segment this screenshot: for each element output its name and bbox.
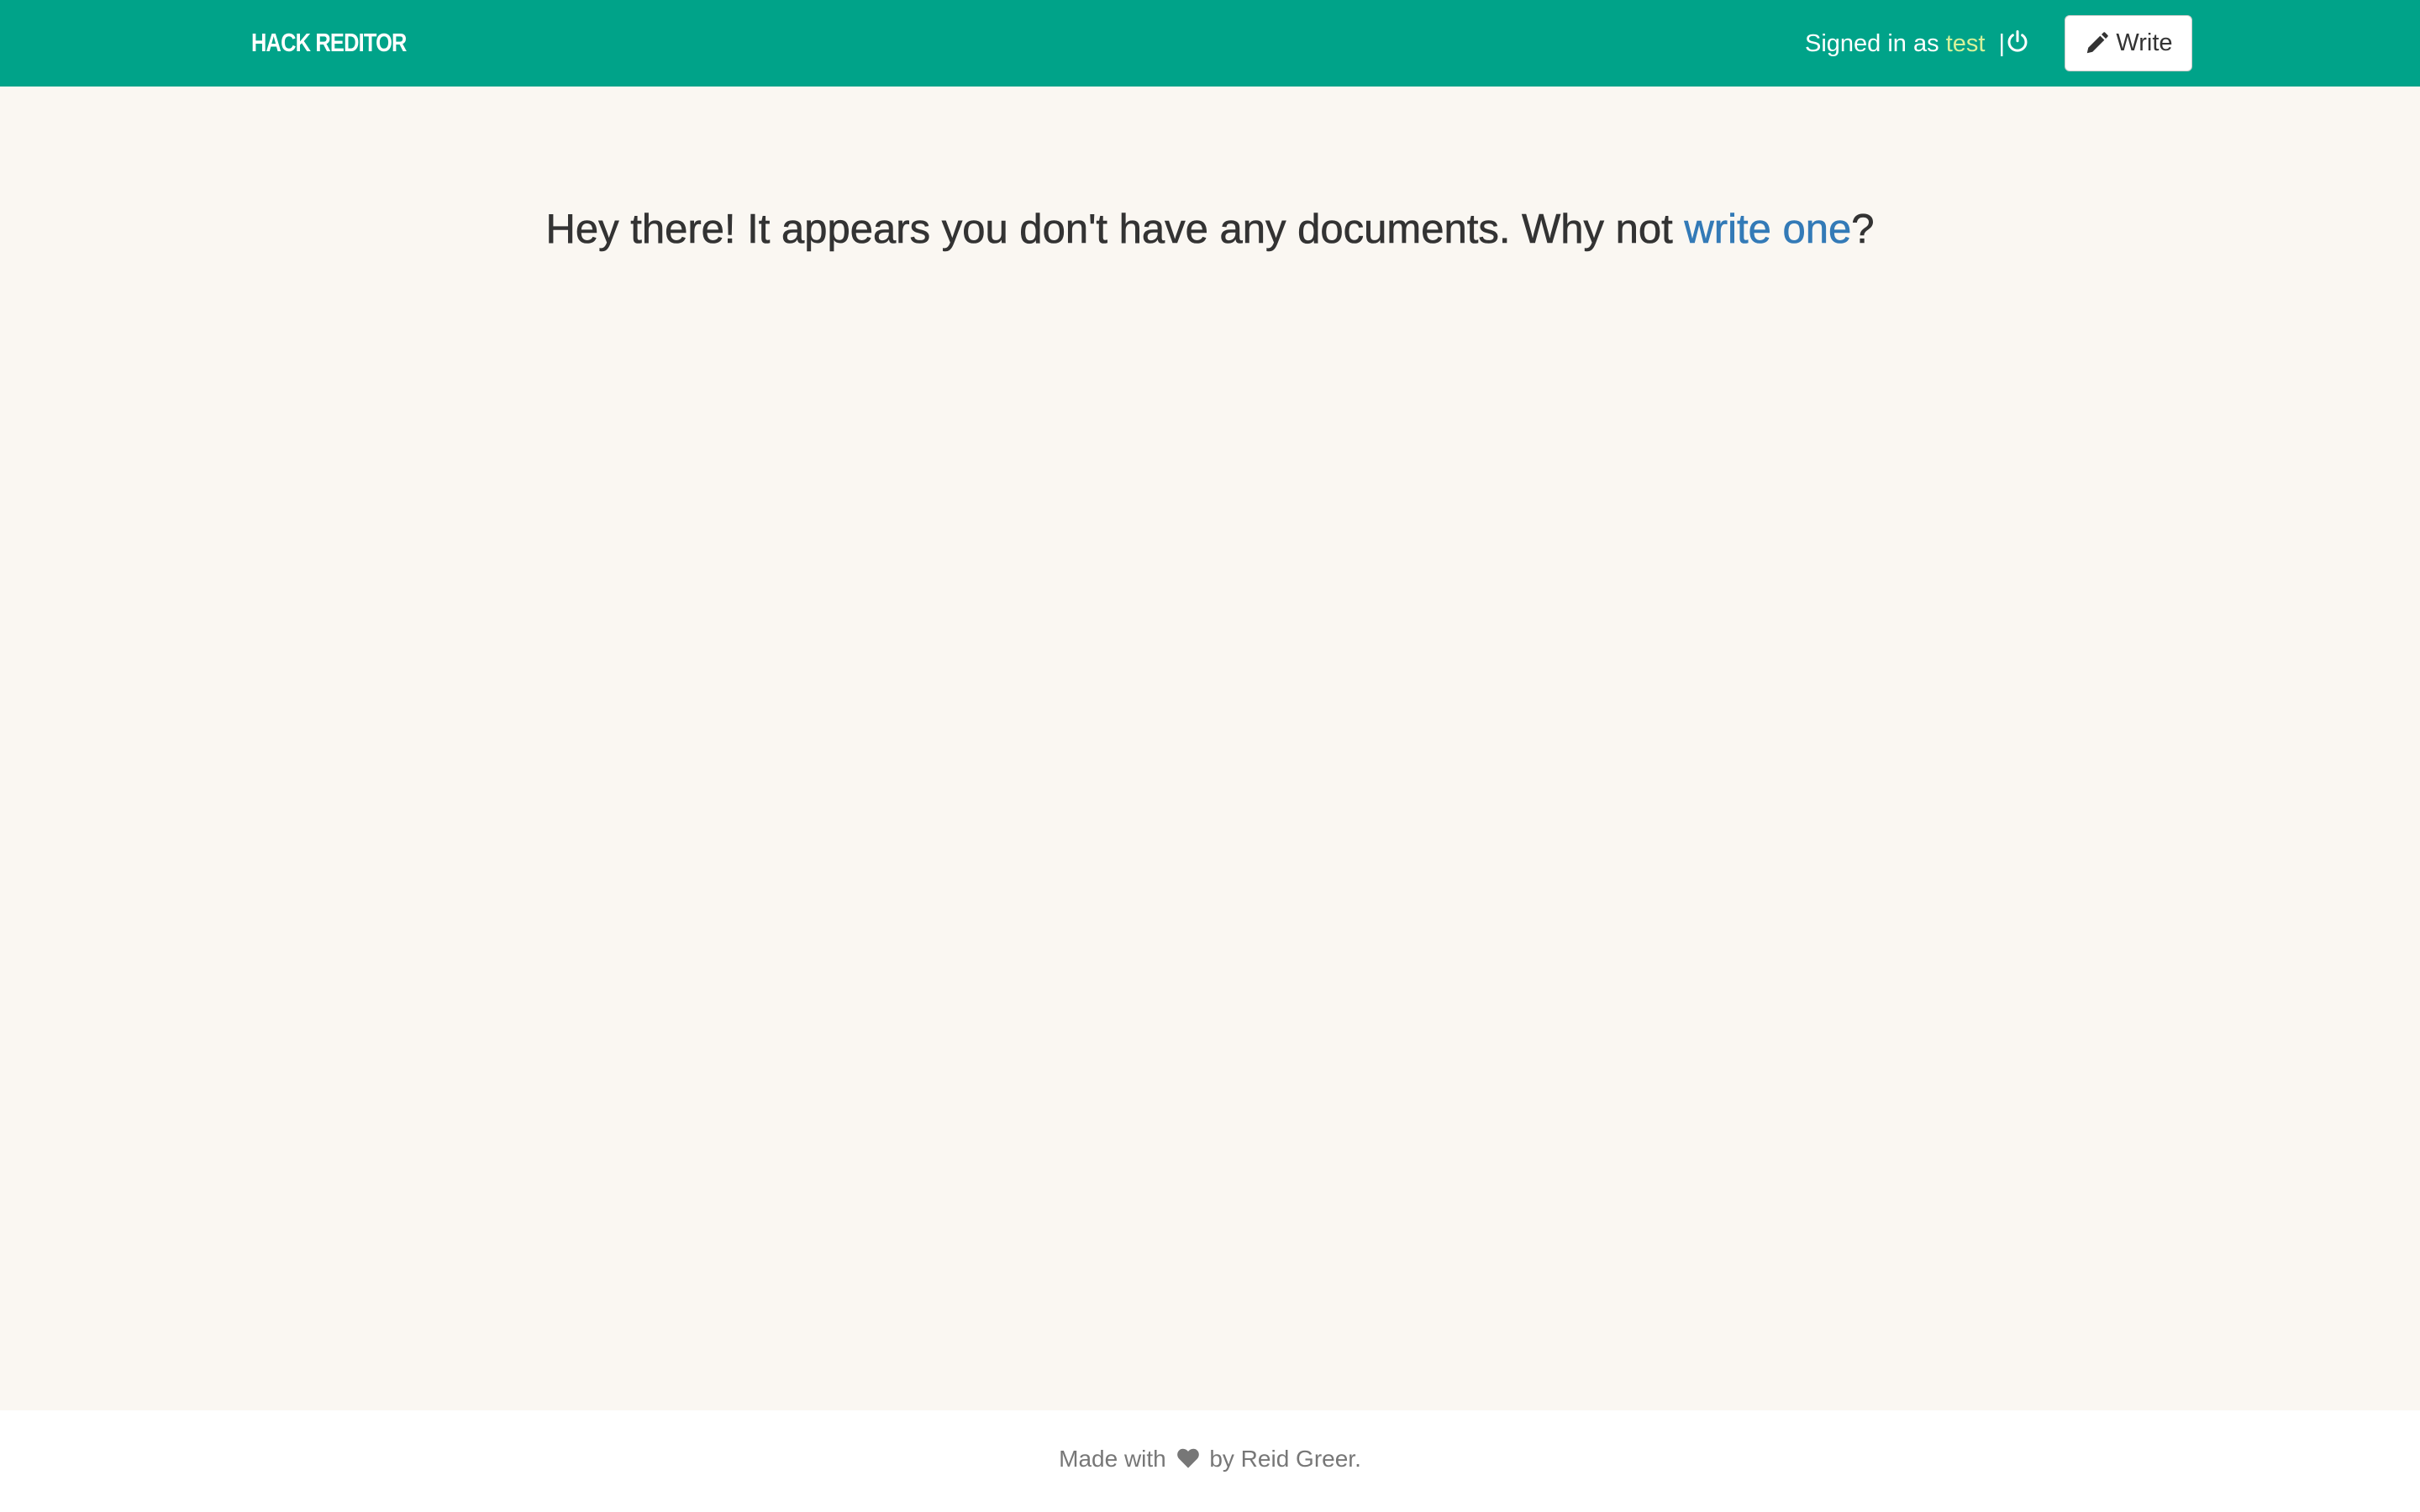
write-one-link[interactable]: write one [1684,207,1851,253]
empty-message-end: ? [1851,207,1875,253]
empty-documents-message: Hey there! It appears you don't have any… [0,200,2420,259]
separator: | [1998,30,2006,57]
signed-in-status: Signed in as test | [1805,27,2005,60]
top-navbar: HACK REDITOR Signed in as test | Write [0,0,2420,87]
empty-message-text: Hey there! It appears you don't have any… [545,207,1685,253]
brand-logo[interactable]: HACK REDITOR [251,25,407,60]
pencil-icon [2087,31,2109,53]
footer-author: by Reid Greer. [1209,1446,1361,1472]
heart-icon [1176,1448,1199,1468]
page-footer: Made with by Reid Greer. [0,1410,2420,1512]
power-icon[interactable] [2005,29,2030,55]
footer-made-with: Made with [1059,1446,1166,1472]
footer-credit: Made with by Reid Greer. [0,1442,2420,1476]
username-link[interactable]: test [1946,30,1986,57]
write-button-label: Write [2116,29,2173,56]
write-button[interactable]: Write [2065,15,2192,71]
signed-in-label: Signed in as [1805,30,1939,57]
main-content: Hey there! It appears you don't have any… [0,87,2420,1410]
